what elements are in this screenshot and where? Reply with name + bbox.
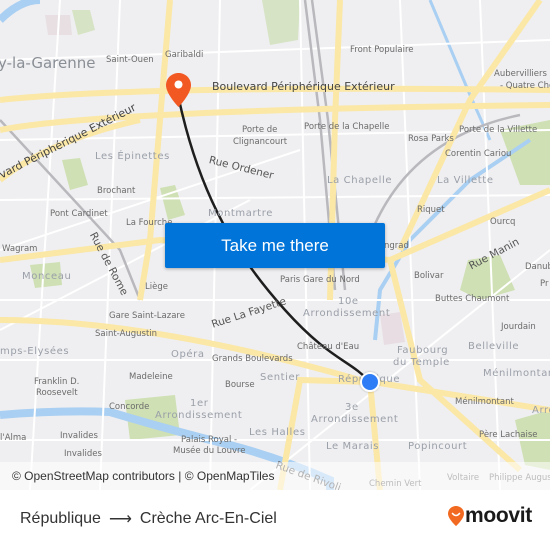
map-label-brochant: Brochant: [97, 186, 136, 196]
map-label-alma: l'Alma: [0, 433, 27, 443]
moovit-pin-icon: [447, 506, 464, 526]
moovit-logo[interactable]: moovit: [447, 504, 532, 528]
map-label-porte-de-la-villette: Porte de la Villette: [459, 125, 538, 135]
map-label-paris-gare-du-nord: Paris Gare du Nord: [280, 275, 360, 285]
road-label-peripherique: Boulevard Périphérique Extérieur: [212, 80, 395, 93]
map-label-pont-cardinet: Pont Cardinet: [50, 209, 108, 219]
map-label-wagram: Wagram: [2, 244, 38, 254]
map-label-ourcq: Ourcq: [490, 217, 516, 227]
map-label-le-marais: Le Marais: [326, 441, 380, 452]
map-label-3e-arrondissement: Arrondissement: [311, 414, 399, 425]
map-label-franklin-d: Franklin D.: [34, 377, 80, 387]
map-label-1er: 1er: [190, 398, 209, 409]
map-label-saint-augustin: Saint-Augustin: [95, 329, 158, 339]
footer-bar: République ⟶ Crèche Arc-En-Ciel moovit: [0, 490, 550, 550]
map-label-musee-du-louvre: Musée du Louvre: [173, 446, 246, 456]
map-label-levallois: y-la-Garenne: [0, 54, 96, 72]
map-label-menilmontant-district: Ménilmontan: [483, 368, 550, 379]
map-label-invalides: Invalides: [60, 431, 98, 441]
map-label-les-halles: Les Halles: [249, 427, 306, 438]
map-label-arrondissement-east: Arro: [532, 405, 550, 416]
map-label-porte-de: Porte de: [242, 125, 278, 135]
map-label-grands-boulevards: Grands Boulevards: [212, 354, 293, 364]
map-label-saint-ouen: Saint-Ouen: [106, 55, 154, 65]
map-label-pere-lachaise: Père Lachaise: [479, 430, 538, 440]
map-label-quatre-chemins: - Quatre Che: [500, 81, 550, 91]
destination-pin-icon[interactable]: [166, 73, 191, 107]
map-label-10e: 10e: [338, 296, 359, 307]
map-label-chateau-deau: Château d'Eau: [297, 342, 360, 352]
park: [62, 158, 88, 190]
take-me-there-button[interactable]: Take me there: [165, 223, 385, 268]
map-label-liege: Liège: [145, 282, 168, 292]
map-label-opera: Opéra: [171, 349, 205, 360]
route-title: République ⟶ Crèche Arc-En-Ciel: [20, 509, 277, 529]
map-label-1er-arrondissement: Arrondissement: [155, 410, 243, 421]
map-label-du-temple: du Temple: [393, 357, 450, 368]
park: [262, 0, 300, 45]
moovit-wordmark: moovit: [464, 504, 532, 527]
map-label-porte-de-la-chapelle: Porte de la Chapelle: [304, 122, 390, 132]
map-label-roosevelt: Roosevelt: [36, 388, 78, 398]
map-label-la-chapelle: La Chapelle: [327, 175, 393, 186]
map-label-danube: Danub: [525, 262, 550, 272]
map-label-palais-royal: Palais Royal -: [181, 435, 238, 445]
map-label-belleville: Belleville: [468, 341, 520, 352]
map-label-champs-elysees: mps-Elysées: [0, 346, 70, 357]
map-label-concorde: Concorde: [109, 402, 150, 412]
map-label-buttes-chaumont: Buttes Chaumont: [435, 294, 510, 304]
map-label-faubourg: Faubourg: [397, 345, 449, 356]
map-label-sentier: Sentier: [260, 372, 301, 383]
map-label-bourse: Bourse: [225, 380, 255, 390]
map-label-jourdain: Jourdain: [501, 322, 536, 332]
map-label-popincourt: Popincourt: [408, 441, 468, 452]
map-label-les-epinettes: Les Épinettes: [95, 151, 170, 162]
seine: [0, 0, 41, 23]
map-label-clignancourt: Clignancourt: [233, 137, 288, 147]
map-label-montmartre: Montmartre: [208, 208, 273, 219]
park: [72, 10, 95, 35]
map-label-menilmontant-station: Ménilmontant: [455, 397, 514, 407]
map-label-monceau: Monceau: [22, 271, 72, 282]
map-label-aubervilliers: Aubervilliers -: [494, 69, 550, 79]
map-attribution: © OpenStreetMap contributors | © OpenMap…: [0, 462, 550, 490]
map-label-corentin-cariou: Corentin Cariou: [445, 149, 512, 159]
arrow-right-icon: ⟶: [108, 511, 132, 528]
map-label-invalides-2: Invalides: [64, 449, 102, 459]
map-label-madeleine: Madeleine: [129, 372, 173, 382]
route-origin: République: [20, 510, 101, 527]
map-label-front-populaire: Front Populaire: [350, 45, 414, 55]
attribution-text: © OpenStreetMap contributors | © OpenMap…: [12, 469, 275, 483]
map-label-pre: Pr: [540, 279, 549, 289]
route-destination: Crèche Arc-En-Ciel: [139, 510, 277, 527]
map-label-garibaldi: Garibaldi: [165, 50, 204, 60]
take-me-there-label: Take me there: [221, 235, 329, 255]
map-label-3e: 3e: [345, 402, 359, 413]
map-label-gare-saint-lazare: Gare Saint-Lazare: [109, 311, 185, 321]
current-location-marker[interactable]: [360, 372, 380, 392]
map-label-10e-arrondissement: Arrondissement: [303, 308, 391, 319]
map-label-riquet: Riquet: [417, 205, 445, 215]
map-label-rosa-parks: Rosa Parks: [408, 134, 454, 144]
map-label-la-villette: La Villette: [437, 175, 494, 186]
map-label-bolivar: Bolivar: [414, 271, 444, 281]
map-label-stalingrad: ngrad: [384, 241, 409, 251]
